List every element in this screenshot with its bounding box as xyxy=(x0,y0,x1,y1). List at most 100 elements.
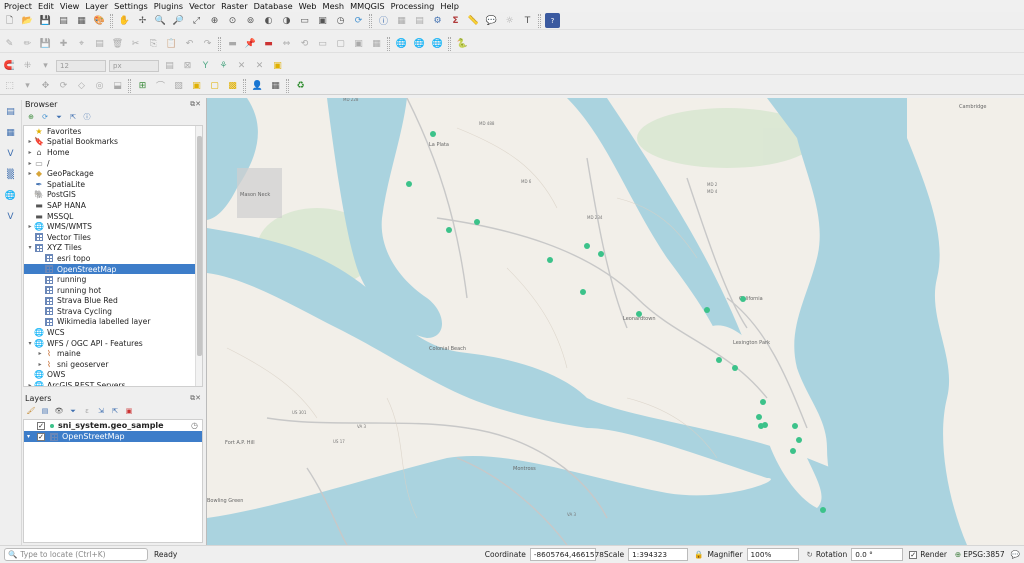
zoom-layer-icon[interactable]: ⊙ xyxy=(225,13,240,28)
expand-arrow-icon[interactable]: ▸ xyxy=(26,138,34,145)
change-label-icon[interactable]: ▭ xyxy=(315,36,330,51)
zoom-last-icon[interactable]: ◐ xyxy=(261,13,276,28)
reshape-icon[interactable]: ▧ xyxy=(171,78,186,93)
add-group-icon[interactable]: ▤ xyxy=(40,406,50,416)
menu-layer[interactable]: Layer xyxy=(85,1,108,11)
filter-expression-icon[interactable]: ε xyxy=(82,406,92,416)
sample-point-marker[interactable] xyxy=(716,357,722,363)
add-part-icon[interactable]: ⬓ xyxy=(110,78,125,93)
highlight-labels-icon[interactable]: ▬ xyxy=(261,36,276,51)
browser-item-strava-blue-red[interactable]: Strava Blue Red xyxy=(24,296,202,307)
open-attribute-table-icon[interactable]: ▤ xyxy=(412,13,427,28)
show-hide-labels-icon[interactable]: ▢ xyxy=(333,36,348,51)
self-snap-icon[interactable]: ⚘ xyxy=(216,58,231,73)
expand-arrow-icon[interactable]: ▾ xyxy=(27,433,37,440)
layer-row-openstreetmap[interactable]: ▾ ✓ OpenStreetMap xyxy=(24,431,202,442)
browser-item-running[interactable]: running xyxy=(24,274,202,285)
layout-manager-icon[interactable]: ▦ xyxy=(74,13,89,28)
sample-point-marker[interactable] xyxy=(796,437,802,443)
web-globe-icon[interactable]: 🌐 xyxy=(394,36,409,51)
browser-item-running-hot[interactable]: running hot xyxy=(24,285,202,296)
menu-database[interactable]: Database xyxy=(254,1,293,11)
sample-point-marker[interactable] xyxy=(584,243,590,249)
panel-float-close-icons[interactable]: ⧉✕ xyxy=(190,100,201,109)
add-feature-icon[interactable]: ✚ xyxy=(56,36,71,51)
add-virtual-layer-icon[interactable]: V xyxy=(3,209,18,224)
zoom-native-icon[interactable]: ⊚ xyxy=(243,13,258,28)
expand-arrow-icon[interactable]: ▸ xyxy=(36,361,44,368)
toggle-editing-icon[interactable]: ✏ xyxy=(20,36,35,51)
browser-item-spatial-bookmarks[interactable]: ▸ 🔖 Spatial Bookmarks xyxy=(24,137,202,148)
browser-refresh-icon[interactable]: ⟳ xyxy=(40,112,50,122)
render-checkbox[interactable]: ✓ xyxy=(909,550,918,559)
browser-item-sap-hana[interactable]: ▬ SAP HANA xyxy=(24,200,202,211)
sample-point-marker[interactable] xyxy=(446,227,452,233)
browser-item-mssql[interactable]: ▬ MSSQL xyxy=(24,211,202,222)
save-project-icon[interactable]: 💾 xyxy=(38,13,53,28)
browser-item-[interactable]: ▸ ▭ / xyxy=(24,158,202,169)
rotate-feature-icon[interactable]: ⟳ xyxy=(56,78,71,93)
menu-plugins[interactable]: Plugins xyxy=(154,1,183,11)
expand-arrow-icon[interactable]: ▸ xyxy=(26,160,34,167)
browser-item-strava-cycling[interactable]: Strava Cycling xyxy=(24,306,202,317)
new-3d-view-icon[interactable]: ▣ xyxy=(315,13,330,28)
sample-point-marker[interactable] xyxy=(790,448,796,454)
sample-point-marker[interactable] xyxy=(636,311,642,317)
manage-visibility-icon[interactable]: 👁 xyxy=(54,406,64,416)
select-location-icon[interactable]: ▩ xyxy=(225,78,240,93)
add-ring-icon[interactable]: ◎ xyxy=(92,78,107,93)
copy-features-icon[interactable]: ⎘ xyxy=(146,36,161,51)
sample-point-marker[interactable] xyxy=(762,422,768,428)
sample-point-marker[interactable] xyxy=(760,399,766,405)
plugin-grid-icon[interactable]: ▦ xyxy=(268,78,283,93)
magnifier-field[interactable]: 100% xyxy=(746,548,799,561)
topological-editing-icon[interactable]: ▤ xyxy=(162,58,177,73)
deselect-icon[interactable]: ▾ xyxy=(20,78,35,93)
browser-item-home[interactable]: ▸ ⌂ Home xyxy=(24,147,202,158)
expand-arrow-icon[interactable]: ▸ xyxy=(26,382,34,386)
web-globe-3-icon[interactable]: 🌐 xyxy=(430,36,445,51)
web-globe-2-icon[interactable]: 🌐 xyxy=(412,36,427,51)
expand-all-icon[interactable]: ⇲ xyxy=(96,406,106,416)
sample-point-marker[interactable] xyxy=(474,219,480,225)
menu-raster[interactable]: Raster xyxy=(221,1,247,11)
cut-features-icon[interactable]: ✂ xyxy=(128,36,143,51)
layer-row-sni-system-geo-sample[interactable]: ✓ sni_system.geo_sample ◷ xyxy=(24,420,202,431)
add-layer-icon[interactable]: ⊕ xyxy=(26,112,36,122)
select-features-icon[interactable]: ▣ xyxy=(270,58,285,73)
browser-item-openstreetmap[interactable]: OpenStreetMap xyxy=(24,263,202,275)
menu-processing[interactable]: Processing xyxy=(391,1,435,11)
modify-attributes-icon[interactable]: ▤ xyxy=(92,36,107,51)
undo-icon[interactable]: ↶ xyxy=(182,36,197,51)
browser-item-wms-wmts[interactable]: ▸ 🌐 WMS/WMTS xyxy=(24,221,202,232)
plugin-person-icon[interactable]: 👤 xyxy=(250,78,265,93)
redo-icon[interactable]: ↷ xyxy=(200,36,215,51)
sample-point-marker[interactable] xyxy=(598,251,604,257)
simplify-icon[interactable]: ◇ xyxy=(74,78,89,93)
browser-item-wfs-ogc-api-features[interactable]: ▾ 🌐 WFS / OGC API - Features xyxy=(24,338,202,349)
diagram-icon[interactable]: ▦ xyxy=(369,36,384,51)
add-wms-layer-icon[interactable]: 🌐 xyxy=(3,188,18,203)
new-map-view-icon[interactable]: ▭ xyxy=(297,13,312,28)
menu-project[interactable]: Project xyxy=(4,1,32,11)
browser-item-favorites[interactable]: ★ Favorites xyxy=(24,126,202,137)
new-print-layout-icon[interactable]: ▤ xyxy=(56,13,71,28)
add-vector-layer-icon[interactable]: V xyxy=(3,146,18,161)
save-edits-icon[interactable]: 💾 xyxy=(38,36,53,51)
snap-type-icon[interactable]: ⁜ xyxy=(20,58,35,73)
map-canvas[interactable]: La Plata Mason Neck Leonardtown Lexingto… xyxy=(206,98,1024,545)
edits-icon[interactable]: ✎ xyxy=(2,36,17,51)
menu-mmqgis[interactable]: MMQGIS xyxy=(350,1,385,11)
tracing-icon[interactable]: Y xyxy=(198,58,213,73)
sample-point-marker[interactable] xyxy=(580,289,586,295)
open-data-source-manager-icon[interactable]: ▤ xyxy=(3,104,18,119)
avoid-overlap-icon[interactable]: ✕ xyxy=(234,58,249,73)
pin-labels-icon[interactable]: 📌 xyxy=(243,36,258,51)
new-project-icon[interactable]: 🗋 xyxy=(2,13,17,28)
snap-config-icon[interactable]: ▾ xyxy=(38,58,53,73)
expand-arrow-icon[interactable]: ▸ xyxy=(36,350,44,357)
remove-layer-icon[interactable]: ▣ xyxy=(124,406,134,416)
select-by-area-icon[interactable]: ⬚ xyxy=(2,78,17,93)
new-geopackage-icon[interactable]: ▦ xyxy=(3,125,18,140)
annotation-icon[interactable]: T xyxy=(520,13,535,28)
